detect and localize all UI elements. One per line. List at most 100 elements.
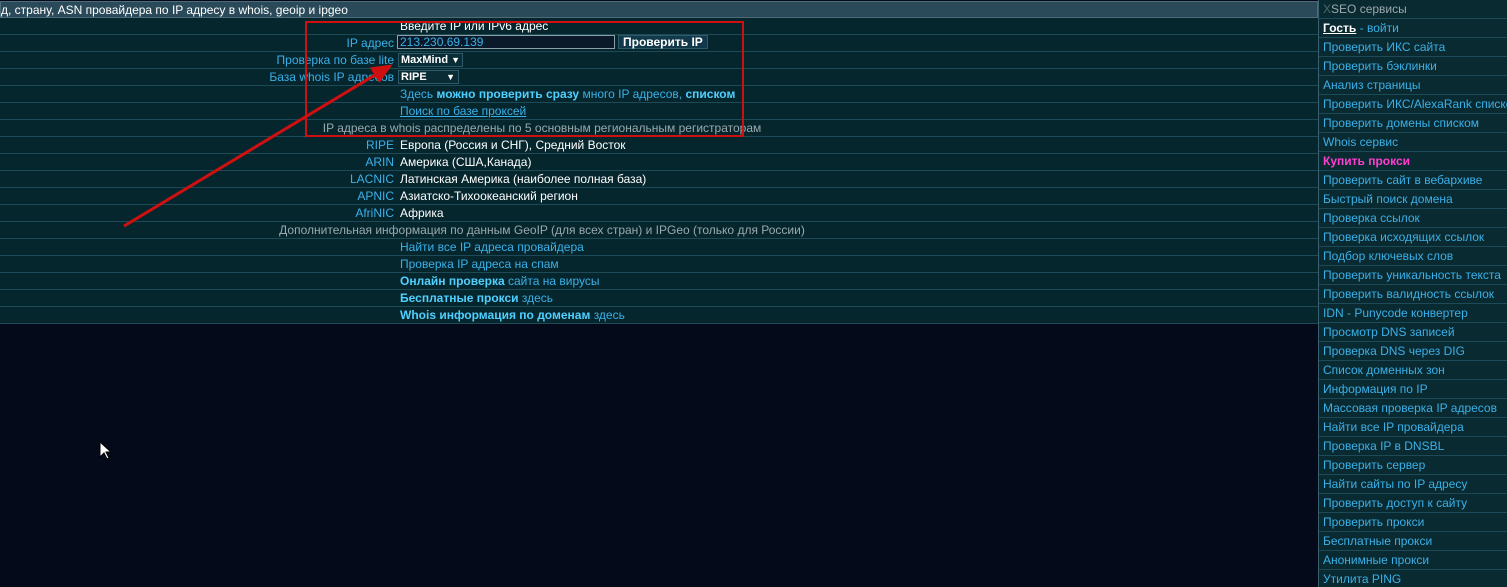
ip-label: IP адрес bbox=[346, 36, 394, 50]
ip-input[interactable]: 213.230.69.139 bbox=[397, 35, 615, 49]
main-content: д, страну, ASN провайдера по IP адресу в… bbox=[0, 0, 1318, 324]
registry-region: Америка (США,Канада) bbox=[400, 155, 532, 169]
sidebar-item[interactable]: IDN - Punycode конвертер bbox=[1319, 304, 1507, 323]
sidebar: XSEO сервисы Гость - войти Проверить ИКС… bbox=[1318, 0, 1507, 587]
find-all-row: Найти все IP адреса провайдера bbox=[0, 239, 1318, 256]
sidebar-item[interactable]: Бесплатные прокси bbox=[1319, 532, 1507, 551]
registry-note-row: IP адреса в whois распределены по 5 осно… bbox=[0, 120, 1318, 137]
registry-name: ARIN bbox=[365, 155, 394, 169]
free-proxy-row: Бесплатные прокси здесь bbox=[0, 290, 1318, 307]
form-prompt: Введите IP или IPv6 адрес bbox=[400, 19, 549, 33]
sidebar-item[interactable]: Проверить прокси bbox=[1319, 513, 1507, 532]
sidebar-item[interactable]: Проверить доступ к сайту bbox=[1319, 494, 1507, 513]
sidebar-title-x: X bbox=[1323, 2, 1332, 16]
sidebar-item[interactable]: Проверить ИКС/AlexaRank списком bbox=[1319, 95, 1507, 114]
registry-row: RIPE Европа (Россия и СНГ), Средний Вост… bbox=[0, 137, 1318, 154]
lite-db-select-value: MaxMind bbox=[401, 54, 449, 66]
free-proxy-link-bold[interactable]: Бесплатные прокси bbox=[400, 291, 519, 305]
registry-region: Азиатско-Тихоокеанский регион bbox=[400, 189, 578, 203]
whois-domains-row: Whois информация по доменам здесь bbox=[0, 307, 1318, 324]
form-prompt-row: Введите IP или IPv6 адрес bbox=[0, 18, 1318, 35]
registry-name: RIPE bbox=[365, 138, 394, 152]
free-proxy-link[interactable]: здесь bbox=[522, 291, 553, 305]
sidebar-item[interactable]: Whois сервис bbox=[1319, 133, 1507, 152]
sidebar-item[interactable]: Проверка исходящих ссылок bbox=[1319, 228, 1507, 247]
sidebar-user: Гость - войти bbox=[1319, 19, 1507, 38]
chevron-down-icon: ▼ bbox=[446, 72, 455, 82]
lite-row: Проверка по базе lite MaxMind ▼ bbox=[0, 52, 1318, 69]
proxy-search-link[interactable]: Поиск по базе проксей bbox=[400, 103, 526, 119]
sidebar-item[interactable]: Проверить валидность ссылок bbox=[1319, 285, 1507, 304]
registry-name: AfriNIC bbox=[355, 206, 394, 220]
sidebar-title: XSEO сервисы bbox=[1319, 0, 1507, 19]
geo-note-row: Дополнительная информация по данным GeoI… bbox=[0, 222, 1318, 239]
sidebar-nav-list: Проверить ИКС сайта Проверить бэклинки Ана… bbox=[1319, 38, 1507, 587]
ip-row: IP адрес 213.230.69.139 Проверить IP bbox=[0, 35, 1318, 52]
sidebar-item[interactable]: Найти все IP провайдера bbox=[1319, 418, 1507, 437]
sidebar-item[interactable]: Проверить сайт в вебархиве bbox=[1319, 171, 1507, 190]
whois-label: База whois IP адресов bbox=[269, 70, 394, 84]
whois-domains-line: Whois информация по доменам здесь bbox=[400, 307, 625, 323]
find-all-ip-link[interactable]: Найти все IP адреса провайдера bbox=[400, 239, 584, 255]
sidebar-item[interactable]: Утилита PING bbox=[1319, 570, 1507, 587]
registry-note: IP адреса в whois распределены по 5 осно… bbox=[322, 121, 762, 135]
whois-domains-link-bold[interactable]: Whois информация по доменам bbox=[400, 308, 590, 322]
whois-domains-link[interactable]: здесь bbox=[594, 308, 625, 322]
sidebar-item[interactable]: Информация по IP bbox=[1319, 380, 1507, 399]
sidebar-item[interactable]: Проверить бэклинки bbox=[1319, 57, 1507, 76]
sidebar-item[interactable]: Подбор ключевых слов bbox=[1319, 247, 1507, 266]
sidebar-item[interactable]: Просмотр DNS записей bbox=[1319, 323, 1507, 342]
free-proxy-line: Бесплатные прокси здесь bbox=[400, 290, 553, 306]
sidebar-item[interactable]: Быстрый поиск домена bbox=[1319, 190, 1507, 209]
registry-row: AfriNIC Африка bbox=[0, 205, 1318, 222]
sidebar-item[interactable]: Проверка IP в DNSBL bbox=[1319, 437, 1507, 456]
sidebar-item[interactable]: Проверка DNS через DIG bbox=[1319, 342, 1507, 361]
sidebar-item[interactable]: Найти сайты по IP адресу bbox=[1319, 475, 1507, 494]
check-ip-button[interactable]: Проверить IP bbox=[618, 35, 708, 49]
registry-region: Европа (Россия и СНГ), Средний Восток bbox=[400, 138, 626, 152]
sidebar-item[interactable]: Проверить уникальность текста bbox=[1319, 266, 1507, 285]
bulk-text-2: много IP адресов, bbox=[582, 87, 683, 101]
spam-check-link[interactable]: Проверка IP адреса на спам bbox=[400, 256, 559, 272]
sidebar-item[interactable]: Список доменных зон bbox=[1319, 361, 1507, 380]
proxy-search-row: Поиск по базе проксей bbox=[0, 103, 1318, 120]
sidebar-item[interactable]: Массовая проверка IP адресов bbox=[1319, 399, 1507, 418]
whois-db-select[interactable]: RIPE ▼ bbox=[398, 70, 459, 84]
bulk-list-link[interactable]: списком bbox=[685, 87, 735, 101]
virus-line: Онлайн проверка сайта на вирусы bbox=[400, 273, 600, 289]
registry-row: ARIN Америка (США,Канада) bbox=[0, 154, 1318, 171]
mouse-pointer-icon bbox=[99, 441, 113, 460]
bulk-row: Здесь можно проверить сразу много IP адр… bbox=[0, 86, 1318, 103]
registry-row: LACNIC Латинская Америка (наиболее полна… bbox=[0, 171, 1318, 188]
bulk-here-link[interactable]: Здесь bbox=[400, 87, 433, 101]
lite-db-select[interactable]: MaxMind ▼ bbox=[398, 53, 463, 67]
sidebar-item[interactable]: Проверить сервер bbox=[1319, 456, 1507, 475]
sidebar-title-text: SEO сервисы bbox=[1331, 2, 1407, 16]
sidebar-item[interactable]: Проверить домены списком bbox=[1319, 114, 1507, 133]
chevron-down-icon: ▼ bbox=[451, 55, 460, 65]
geo-note: Дополнительная информация по данным GeoI… bbox=[279, 223, 805, 237]
virus-link-bold[interactable]: Онлайн проверка bbox=[400, 274, 505, 288]
bulk-text-1: можно проверить сразу bbox=[436, 87, 580, 101]
whois-db-select-value: RIPE bbox=[401, 71, 427, 83]
guest-link[interactable]: Гость bbox=[1323, 21, 1356, 35]
sidebar-item[interactable]: Анонимные прокси bbox=[1319, 551, 1507, 570]
registry-region: Африка bbox=[400, 206, 444, 220]
registry-name: APNIC bbox=[357, 189, 394, 203]
sidebar-item[interactable]: Проверить ИКС сайта bbox=[1319, 38, 1507, 57]
registry-name: LACNIC bbox=[349, 172, 394, 186]
registry-row: APNIC Азиатско-Тихоокеанский регион bbox=[0, 188, 1318, 205]
sidebar-item[interactable]: Проверка ссылок bbox=[1319, 209, 1507, 228]
page-title: д, страну, ASN провайдера по IP адресу в… bbox=[1, 3, 348, 17]
login-link[interactable]: - войти bbox=[1356, 21, 1399, 35]
whois-row: База whois IP адресов RIPE ▼ bbox=[0, 69, 1318, 86]
page-header: д, страну, ASN провайдера по IP адресу в… bbox=[0, 1, 1318, 18]
sidebar-item[interactable]: Анализ страницы bbox=[1319, 76, 1507, 95]
sidebar-item[interactable]: Купить прокси bbox=[1319, 152, 1507, 171]
lite-label: Проверка по базе lite bbox=[276, 53, 394, 67]
bulk-line: Здесь можно проверить сразу много IP адр… bbox=[400, 86, 735, 102]
virus-link[interactable]: сайта на вирусы bbox=[508, 274, 600, 288]
virus-row: Онлайн проверка сайта на вирусы bbox=[0, 273, 1318, 290]
spam-row: Проверка IP адреса на спам bbox=[0, 256, 1318, 273]
registry-region: Латинская Америка (наиболее полная база) bbox=[400, 172, 647, 186]
